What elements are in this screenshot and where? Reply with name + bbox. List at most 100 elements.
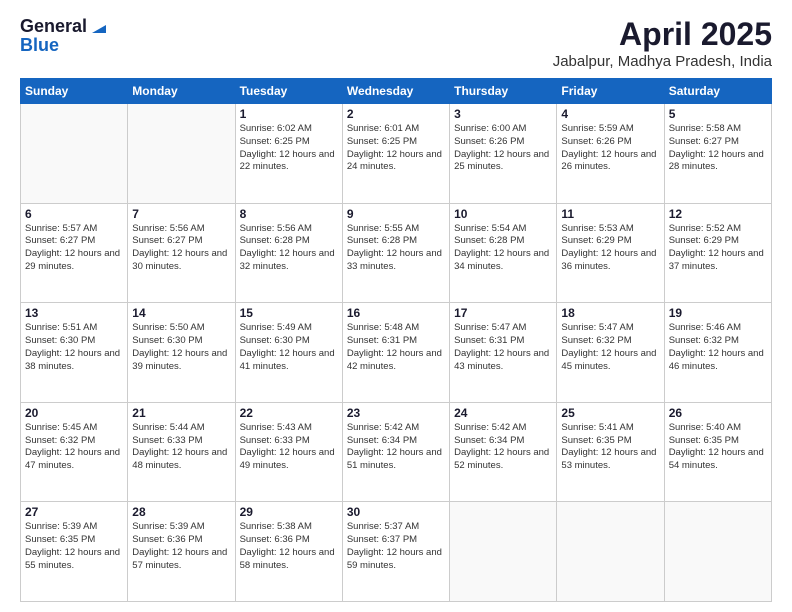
day-number: 2 bbox=[347, 107, 445, 121]
calendar-cell: 7 Sunrise: 5:56 AM Sunset: 6:27 PM Daylig… bbox=[128, 203, 235, 303]
main-title: April 2025 bbox=[553, 16, 772, 53]
day-number: 4 bbox=[561, 107, 659, 121]
day-number: 7 bbox=[132, 207, 230, 221]
calendar-cell: 17 Sunrise: 5:47 AM Sunset: 6:31 PM Dayli… bbox=[450, 303, 557, 403]
day-info: Sunrise: 5:54 AM Sunset: 6:28 PM Dayligh… bbox=[454, 223, 552, 274]
day-info: Sunrise: 5:37 AM Sunset: 6:37 PM Dayligh… bbox=[347, 521, 445, 572]
day-info: Sunrise: 5:56 AM Sunset: 6:27 PM Dayligh… bbox=[132, 223, 230, 274]
calendar-cell: 26 Sunrise: 5:40 AM Sunset: 6:35 PM Dayli… bbox=[664, 402, 771, 502]
day-number: 13 bbox=[25, 306, 123, 320]
day-number: 9 bbox=[347, 207, 445, 221]
day-number: 12 bbox=[669, 207, 767, 221]
logo-triangle-icon bbox=[88, 19, 106, 37]
day-info: Sunrise: 5:56 AM Sunset: 6:28 PM Dayligh… bbox=[240, 223, 338, 274]
calendar-cell: 15 Sunrise: 5:49 AM Sunset: 6:30 PM Dayli… bbox=[235, 303, 342, 403]
weekday-header: Friday bbox=[557, 79, 664, 104]
day-number: 25 bbox=[561, 406, 659, 420]
day-info: Sunrise: 5:51 AM Sunset: 6:30 PM Dayligh… bbox=[25, 322, 123, 373]
day-number: 19 bbox=[669, 306, 767, 320]
day-number: 8 bbox=[240, 207, 338, 221]
calendar-cell: 21 Sunrise: 5:44 AM Sunset: 6:33 PM Dayli… bbox=[128, 402, 235, 502]
day-number: 14 bbox=[132, 306, 230, 320]
day-info: Sunrise: 5:44 AM Sunset: 6:33 PM Dayligh… bbox=[132, 422, 230, 473]
calendar-cell: 20 Sunrise: 5:45 AM Sunset: 6:32 PM Dayli… bbox=[21, 402, 128, 502]
calendar-cell: 4Sunrise: 5:59 AM Sunset: 6:26 PM Daylig… bbox=[557, 104, 664, 204]
day-number: 18 bbox=[561, 306, 659, 320]
weekday-header: Saturday bbox=[664, 79, 771, 104]
calendar-cell bbox=[21, 104, 128, 204]
weekday-header: Tuesday bbox=[235, 79, 342, 104]
day-info: Sunrise: 5:42 AM Sunset: 6:34 PM Dayligh… bbox=[454, 422, 552, 473]
calendar-cell: 28 Sunrise: 5:39 AM Sunset: 6:36 PM Dayli… bbox=[128, 502, 235, 602]
calendar-cell: 10 Sunrise: 5:54 AM Sunset: 6:28 PM Dayli… bbox=[450, 203, 557, 303]
day-number: 3 bbox=[454, 107, 552, 121]
day-info: Sunrise: 5:42 AM Sunset: 6:34 PM Dayligh… bbox=[347, 422, 445, 473]
calendar-cell: 14 Sunrise: 5:50 AM Sunset: 6:30 PM Dayli… bbox=[128, 303, 235, 403]
weekday-header: Wednesday bbox=[342, 79, 449, 104]
day-info: Sunrise: 5:48 AM Sunset: 6:31 PM Dayligh… bbox=[347, 322, 445, 373]
calendar-cell: 22 Sunrise: 5:43 AM Sunset: 6:33 PM Dayli… bbox=[235, 402, 342, 502]
title-block: April 2025 Jabalpur, Madhya Pradesh, Ind… bbox=[553, 16, 772, 70]
calendar-cell: 25Sunrise: 5:41 AM Sunset: 6:35 PM Dayli… bbox=[557, 402, 664, 502]
day-info: Sunrise: 6:00 AM Sunset: 6:26 PM Dayligh… bbox=[454, 123, 552, 174]
calendar-cell bbox=[664, 502, 771, 602]
header: General Blue April 2025 Jabalpur, Madhya… bbox=[20, 16, 772, 70]
calendar-cell: 12 Sunrise: 5:52 AM Sunset: 6:29 PM Dayli… bbox=[664, 203, 771, 303]
calendar-cell: 19 Sunrise: 5:46 AM Sunset: 6:32 PM Dayli… bbox=[664, 303, 771, 403]
calendar-cell: 30Sunrise: 5:37 AM Sunset: 6:37 PM Dayli… bbox=[342, 502, 449, 602]
calendar-cell: 6 Sunrise: 5:57 AM Sunset: 6:27 PM Daylig… bbox=[21, 203, 128, 303]
calendar-cell: 3 Sunrise: 6:00 AM Sunset: 6:26 PM Daylig… bbox=[450, 104, 557, 204]
day-info: Sunrise: 5:57 AM Sunset: 6:27 PM Dayligh… bbox=[25, 223, 123, 274]
day-number: 17 bbox=[454, 306, 552, 320]
day-number: 20 bbox=[25, 406, 123, 420]
weekday-header: Monday bbox=[128, 79, 235, 104]
page: General Blue April 2025 Jabalpur, Madhya… bbox=[0, 0, 792, 612]
calendar-cell: 8 Sunrise: 5:56 AM Sunset: 6:28 PM Daylig… bbox=[235, 203, 342, 303]
day-info: Sunrise: 6:01 AM Sunset: 6:25 PM Dayligh… bbox=[347, 123, 445, 174]
day-number: 15 bbox=[240, 306, 338, 320]
day-info: Sunrise: 6:02 AM Sunset: 6:25 PM Dayligh… bbox=[240, 123, 338, 174]
day-number: 11 bbox=[561, 207, 659, 221]
day-number: 26 bbox=[669, 406, 767, 420]
day-info: Sunrise: 5:50 AM Sunset: 6:30 PM Dayligh… bbox=[132, 322, 230, 373]
day-number: 27 bbox=[25, 505, 123, 519]
calendar-cell: 2 Sunrise: 6:01 AM Sunset: 6:25 PM Daylig… bbox=[342, 104, 449, 204]
day-info: Sunrise: 5:38 AM Sunset: 6:36 PM Dayligh… bbox=[240, 521, 338, 572]
day-number: 6 bbox=[25, 207, 123, 221]
day-info: Sunrise: 5:49 AM Sunset: 6:30 PM Dayligh… bbox=[240, 322, 338, 373]
day-number: 1 bbox=[240, 107, 338, 121]
day-info: Sunrise: 5:39 AM Sunset: 6:36 PM Dayligh… bbox=[132, 521, 230, 572]
calendar-cell: 13 Sunrise: 5:51 AM Sunset: 6:30 PM Dayli… bbox=[21, 303, 128, 403]
day-info: Sunrise: 5:46 AM Sunset: 6:32 PM Dayligh… bbox=[669, 322, 767, 373]
calendar-cell: 29Sunrise: 5:38 AM Sunset: 6:36 PM Dayli… bbox=[235, 502, 342, 602]
day-info: Sunrise: 5:53 AM Sunset: 6:29 PM Dayligh… bbox=[561, 223, 659, 274]
day-number: 28 bbox=[132, 505, 230, 519]
day-number: 16 bbox=[347, 306, 445, 320]
weekday-header: Thursday bbox=[450, 79, 557, 104]
calendar-cell: 24Sunrise: 5:42 AM Sunset: 6:34 PM Dayli… bbox=[450, 402, 557, 502]
day-info: Sunrise: 5:47 AM Sunset: 6:32 PM Dayligh… bbox=[561, 322, 659, 373]
day-info: Sunrise: 5:43 AM Sunset: 6:33 PM Dayligh… bbox=[240, 422, 338, 473]
day-info: Sunrise: 5:47 AM Sunset: 6:31 PM Dayligh… bbox=[454, 322, 552, 373]
day-info: Sunrise: 5:39 AM Sunset: 6:35 PM Dayligh… bbox=[25, 521, 123, 572]
day-number: 22 bbox=[240, 406, 338, 420]
calendar-cell: 11 Sunrise: 5:53 AM Sunset: 6:29 PM Dayli… bbox=[557, 203, 664, 303]
calendar-cell: 9Sunrise: 5:55 AM Sunset: 6:28 PM Daylig… bbox=[342, 203, 449, 303]
weekday-header: Sunday bbox=[21, 79, 128, 104]
day-info: Sunrise: 5:52 AM Sunset: 6:29 PM Dayligh… bbox=[669, 223, 767, 274]
calendar-cell: 27 Sunrise: 5:39 AM Sunset: 6:35 PM Dayli… bbox=[21, 502, 128, 602]
calendar-cell bbox=[557, 502, 664, 602]
day-number: 10 bbox=[454, 207, 552, 221]
logo: General Blue bbox=[20, 16, 106, 56]
day-number: 21 bbox=[132, 406, 230, 420]
subtitle: Jabalpur, Madhya Pradesh, India bbox=[553, 53, 772, 70]
calendar-cell: 18 Sunrise: 5:47 AM Sunset: 6:32 PM Dayli… bbox=[557, 303, 664, 403]
calendar-cell bbox=[128, 104, 235, 204]
day-number: 23 bbox=[347, 406, 445, 420]
day-info: Sunrise: 5:45 AM Sunset: 6:32 PM Dayligh… bbox=[25, 422, 123, 473]
day-info: Sunrise: 5:40 AM Sunset: 6:35 PM Dayligh… bbox=[669, 422, 767, 473]
logo-general: General bbox=[20, 16, 87, 37]
calendar-cell: 1 Sunrise: 6:02 AM Sunset: 6:25 PM Daylig… bbox=[235, 104, 342, 204]
day-info: Sunrise: 5:58 AM Sunset: 6:27 PM Dayligh… bbox=[669, 123, 767, 174]
calendar-cell: 5Sunrise: 5:58 AM Sunset: 6:27 PM Daylig… bbox=[664, 104, 771, 204]
